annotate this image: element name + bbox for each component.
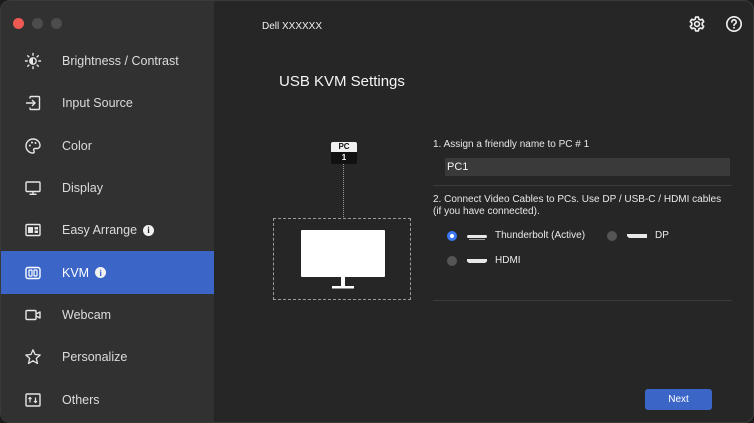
divider (433, 300, 732, 301)
sidebar-item-webcam[interactable]: Webcam (1, 294, 214, 336)
sidebar-item-label: KVM (62, 265, 90, 280)
radio-button[interactable] (607, 230, 617, 241)
sidebar-item-display[interactable]: Display (1, 167, 214, 209)
sidebar-item-kvm[interactable]: KVM i (1, 251, 214, 294)
help-icon[interactable] (725, 15, 743, 33)
sidebar: Brightness / Contrast Input Source Color… (1, 1, 214, 422)
main-panel: Dell XXXXXX USB KVM Settings PC 1 1. Ass… (214, 1, 753, 422)
sidebar-item-others[interactable]: Others (1, 378, 214, 420)
next-button[interactable]: Next (645, 389, 712, 410)
info-icon[interactable]: i (95, 267, 107, 279)
radio-button[interactable] (447, 230, 457, 241)
sidebar-item-label: Display (62, 181, 103, 196)
page-title: USB KVM Settings (279, 73, 405, 90)
option-label: Thunderbolt (Active) (495, 230, 586, 241)
input-icon (24, 94, 42, 112)
app-window: Brightness / Contrast Input Source Color… (0, 0, 754, 423)
layout-icon (24, 221, 42, 239)
radio-thunderbolt[interactable]: Thunderbolt (Active) (447, 230, 585, 241)
thunderbolt-port-icon (466, 231, 488, 241)
radio-button[interactable] (447, 255, 457, 266)
sidebar-item-easy-arrange[interactable]: Easy Arrange i (1, 209, 214, 251)
info-icon[interactable]: i (143, 224, 155, 236)
pc-tag-label: PC (331, 142, 357, 152)
sun-icon (24, 52, 42, 70)
sidebar-nav: Brightness / Contrast Input Source Color… (1, 40, 214, 421)
sidebar-item-label: Webcam (62, 307, 112, 322)
sidebar-item-label: Personalize (62, 350, 128, 365)
sidebar-item-color[interactable]: Color (1, 125, 214, 167)
zoom-window-button[interactable] (51, 18, 62, 29)
step1-label: 1. Assign a friendly name to PC # 1 (433, 139, 590, 150)
sidebar-item-personalize[interactable]: Personalize (1, 336, 214, 378)
sidebar-item-label: Others (62, 392, 100, 407)
display-diagram (273, 218, 411, 300)
sidebar-item-label: Easy Arrange (62, 223, 138, 238)
others-icon (24, 391, 42, 409)
gear-icon[interactable] (688, 15, 706, 33)
pc-tag-number: 1 (331, 152, 357, 164)
radio-dp[interactable]: DP (607, 230, 669, 241)
sidebar-item-label: Color (62, 138, 92, 153)
divider (433, 185, 732, 186)
option-label: HDMI (495, 255, 521, 266)
pc-tag: PC 1 (331, 142, 357, 164)
friendly-name-input[interactable] (445, 158, 730, 176)
kvm-icon (24, 264, 42, 282)
connection-line (343, 164, 344, 217)
monitor-icon (24, 179, 42, 197)
sidebar-item-label: Input Source (62, 96, 133, 111)
radio-hdmi[interactable]: HDMI (447, 255, 521, 266)
sidebar-item-brightness-contrast[interactable]: Brightness / Contrast (1, 40, 214, 82)
dp-port-icon (626, 231, 648, 241)
palette-icon (24, 137, 42, 155)
minimize-window-button[interactable] (32, 18, 43, 29)
monitor-name: Dell XXXXXX (262, 21, 323, 32)
sidebar-item-label: Brightness / Contrast (62, 54, 179, 69)
close-window-button[interactable] (13, 18, 24, 29)
monitor-diagram-icon (301, 230, 385, 289)
star-icon (24, 348, 42, 366)
option-label: DP (655, 230, 669, 241)
hdmi-port-icon (466, 256, 488, 266)
webcam-icon (24, 306, 42, 324)
sidebar-item-input-source[interactable]: Input Source (1, 82, 214, 124)
window-controls (13, 18, 62, 29)
step2-label: 2. Connect Video Cables to PCs. Use DP /… (433, 194, 722, 217)
